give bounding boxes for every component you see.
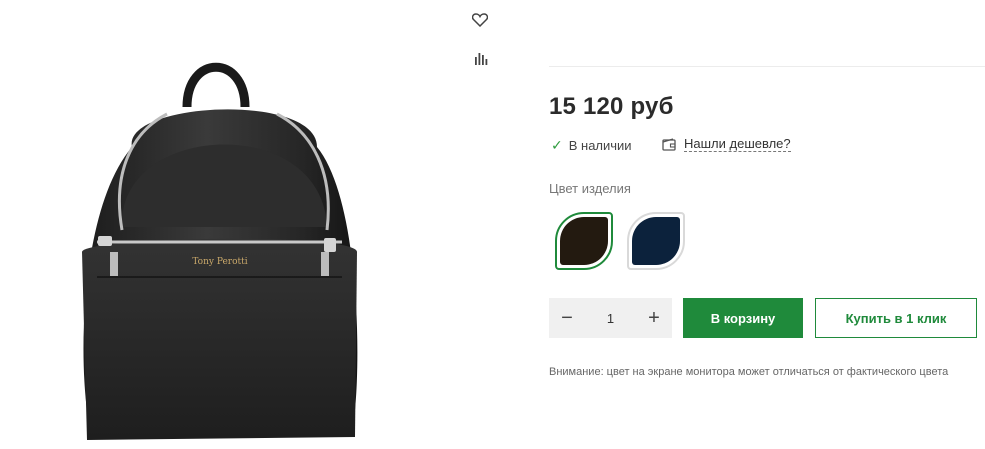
compare-button[interactable] [471,48,491,68]
quantity-decrease-button[interactable]: − [549,298,585,338]
bar-chart-icon [475,53,488,65]
swatch-fill [560,217,608,265]
found-cheaper-link[interactable]: Нашли дешевле? [662,137,791,152]
color-swatch-brown[interactable] [555,212,613,270]
quantity-value[interactable]: 1 [591,311,631,326]
product-image[interactable]: Tony Perotti [62,52,382,444]
swatch-fill [632,217,680,265]
check-icon: ✓ [551,137,563,153]
backpack-illustration: Tony Perotti [82,62,358,440]
heart-icon [472,13,488,27]
favorite-button[interactable] [470,10,490,30]
quantity-stepper: − 1 + [549,298,672,338]
color-swatch-navy[interactable] [627,212,685,270]
color-disclaimer: Внимание: цвет на экране монитора может … [549,366,949,378]
quantity-increase-button[interactable]: + [636,298,672,338]
add-to-cart-button[interactable]: В корзину [683,298,803,338]
color-label: Цвет изделия [549,181,631,196]
brand-logo: Tony Perotti [192,257,247,267]
found-cheaper-label: Нашли дешевле? [684,136,791,152]
divider [549,66,985,67]
availability-status: ✓ В наличии [551,137,632,154]
wallet-icon [662,138,676,151]
buy-one-click-button[interactable]: Купить в 1 клик [815,298,977,338]
availability-text: В наличии [568,138,632,153]
product-price: 15 120 руб [549,93,674,120]
